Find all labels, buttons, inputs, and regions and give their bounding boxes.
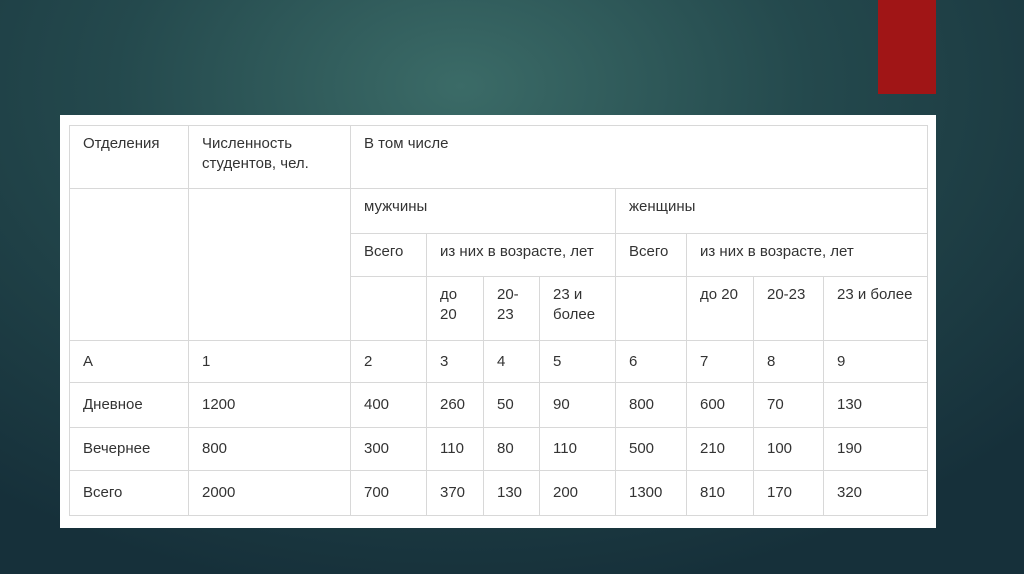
header-women-age-under-20: до 20 xyxy=(686,275,754,342)
table-cell: 110 xyxy=(426,426,484,471)
column-number: 3 xyxy=(426,340,484,384)
table-cell: 2000 xyxy=(188,469,351,517)
column-number: 2 xyxy=(350,340,427,384)
accent-bar xyxy=(878,0,936,94)
column-number: 9 xyxy=(823,340,928,384)
header-men-by-age: из них в возрасте, лет xyxy=(426,232,616,277)
column-number: 6 xyxy=(615,340,687,384)
header-women-age-23-plus: 23 и более xyxy=(823,275,928,342)
table-cell: 170 xyxy=(753,469,824,517)
table-cell: 110 xyxy=(539,426,616,471)
header-student-count: Численность студентов, чел. xyxy=(188,124,351,190)
column-number: 4 xyxy=(483,340,540,384)
table-row: Дневное 1200 400 260 50 90 800 600 70 13… xyxy=(69,382,928,428)
header-row-1: Отделения Численность студентов, чел. В … xyxy=(69,124,928,190)
table-cell: 80 xyxy=(483,426,540,471)
table-cell: 190 xyxy=(823,426,928,471)
table-cell: 400 xyxy=(350,382,427,428)
table-cell: 260 xyxy=(426,382,484,428)
table-cell: 600 xyxy=(686,382,754,428)
column-number: 5 xyxy=(539,340,616,384)
table-row: Вечернее 800 300 110 80 110 500 210 100 … xyxy=(69,426,928,471)
header-men: мужчины xyxy=(350,188,616,234)
table-cell: 210 xyxy=(686,426,754,471)
header-women-total: Всего xyxy=(615,232,687,277)
table-panel: Отделения Численность студентов, чел. В … xyxy=(60,115,936,528)
row-label: Вечернее xyxy=(69,426,189,471)
header-row-2: мужчины женщины xyxy=(69,188,928,342)
column-number-row: А 1 2 3 4 5 6 7 8 9 xyxy=(69,340,928,384)
header-men-total-span xyxy=(350,275,427,342)
students-table: Отделения Численность студентов, чел. В … xyxy=(69,124,928,517)
column-number: 8 xyxy=(753,340,824,384)
table-cell: 130 xyxy=(823,382,928,428)
header-departments-span xyxy=(69,188,189,342)
table-cell: 70 xyxy=(753,382,824,428)
table-cell: 700 xyxy=(350,469,427,517)
table-cell: 320 xyxy=(823,469,928,517)
table-cell: 800 xyxy=(615,382,687,428)
column-number: 7 xyxy=(686,340,754,384)
table-cell: 500 xyxy=(615,426,687,471)
column-number: А xyxy=(69,340,189,384)
table-cell: 810 xyxy=(686,469,754,517)
header-student-count-span xyxy=(188,188,351,342)
header-departments: Отделения xyxy=(69,124,189,190)
row-label: Дневное xyxy=(69,382,189,428)
table-cell: 300 xyxy=(350,426,427,471)
header-men-age-20-23: 20-23 xyxy=(483,275,540,342)
header-men-age-23-plus: 23 и более xyxy=(539,275,616,342)
header-including: В том числе xyxy=(350,124,928,190)
table-cell: 800 xyxy=(188,426,351,471)
header-men-age-under-20: до 20 xyxy=(426,275,484,342)
header-women-age-20-23: 20-23 xyxy=(753,275,824,342)
header-women: женщины xyxy=(615,188,928,234)
header-women-total-span xyxy=(615,275,687,342)
header-men-total: Всего xyxy=(350,232,427,277)
table-cell: 1300 xyxy=(615,469,687,517)
column-number: 1 xyxy=(188,340,351,384)
table-cell: 130 xyxy=(483,469,540,517)
table-cell: 200 xyxy=(539,469,616,517)
table-cell: 50 xyxy=(483,382,540,428)
header-women-by-age: из них в возрасте, лет xyxy=(686,232,928,277)
row-label: Всего xyxy=(69,469,189,517)
table-cell: 100 xyxy=(753,426,824,471)
table-cell: 1200 xyxy=(188,382,351,428)
table-cell: 90 xyxy=(539,382,616,428)
table-row: Всего 2000 700 370 130 200 1300 810 170 … xyxy=(69,469,928,517)
table-cell: 370 xyxy=(426,469,484,517)
